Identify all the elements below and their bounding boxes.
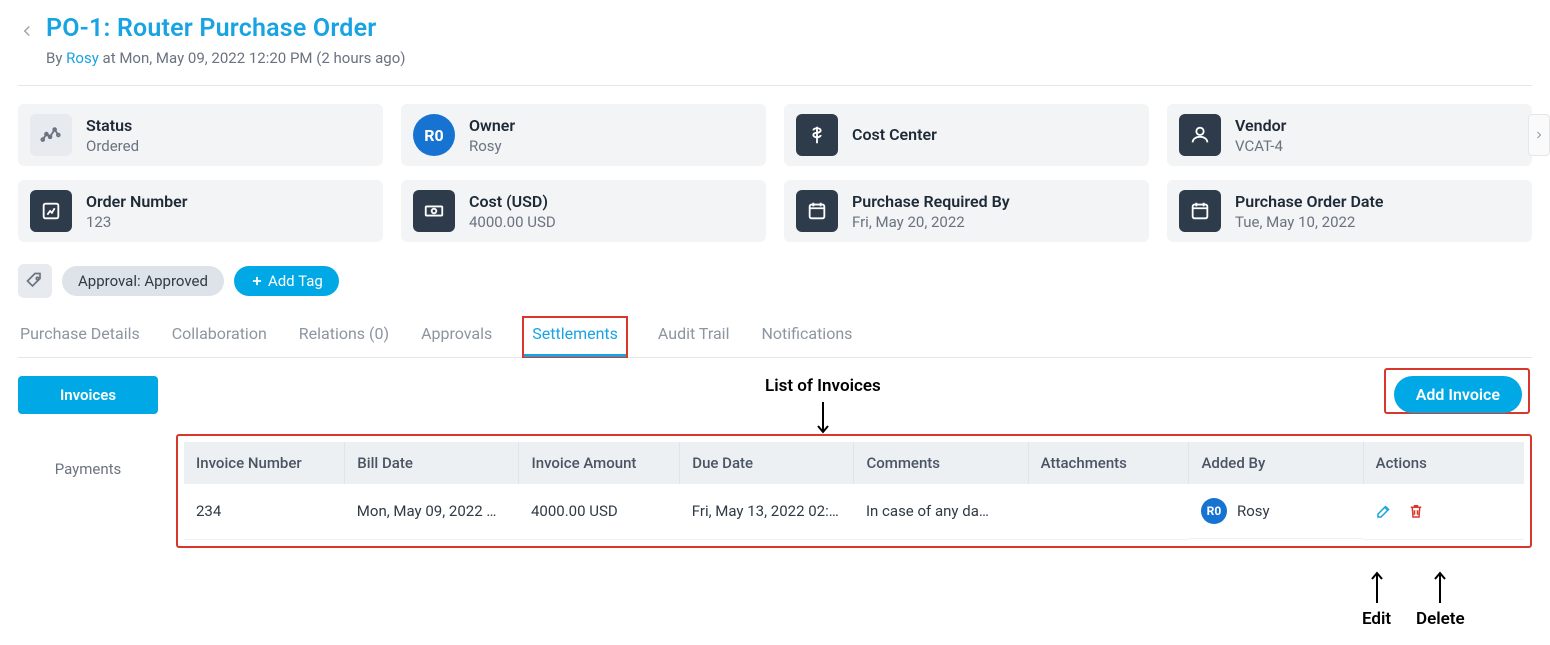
status-icon — [30, 114, 72, 156]
tab-relations[interactable]: Relations (0) — [297, 316, 391, 357]
invoice-table: Invoice Number Bill Date Invoice Amount … — [184, 442, 1524, 540]
tab-collaboration[interactable]: Collaboration — [170, 316, 269, 357]
tab-settlements[interactable]: Settlements — [522, 316, 628, 358]
author-link[interactable]: Rosy — [66, 49, 99, 67]
add-tag-button[interactable]: Add Tag — [234, 266, 339, 296]
vendor-card: Vendor VCAT-4 — [1167, 104, 1532, 166]
col-bill-date: Bill Date — [345, 442, 519, 484]
required-by-card: Purchase Required By Fri, May 20, 2022 — [784, 180, 1149, 242]
cash-icon — [413, 190, 455, 232]
annotation-edit: Edit — [1362, 565, 1391, 629]
divider — [18, 85, 1532, 86]
cost-card: Cost (USD) 4000.00 USD — [401, 180, 766, 242]
calendar-icon — [796, 190, 838, 232]
page-title: PO-1: Router Purchase Order — [46, 14, 1532, 43]
avatar: R0 — [1201, 498, 1227, 524]
order-number-card: Order Number 123 — [18, 180, 383, 242]
edit-icon[interactable] — [1375, 502, 1393, 520]
table-row[interactable]: 234 Mon, May 09, 2022 … 4000.00 USD Fri,… — [184, 484, 1524, 539]
tag-icon — [18, 264, 52, 298]
col-invoice-number: Invoice Number — [184, 442, 345, 484]
owner-card: R0 Owner Rosy — [401, 104, 766, 166]
tab-audit-trail[interactable]: Audit Trail — [656, 316, 732, 357]
back-arrow-icon[interactable] — [18, 22, 36, 40]
col-amount: Invoice Amount — [519, 442, 680, 484]
order-icon — [30, 190, 72, 232]
user-icon — [1179, 114, 1221, 156]
byline: By Rosy at Mon, May 09, 2022 12:20 PM (2… — [46, 49, 1532, 67]
col-due-date: Due Date — [680, 442, 854, 484]
approval-chip: Approval: Approved — [62, 266, 224, 296]
col-attachments: Attachments — [1028, 442, 1189, 484]
annotation-list: List of Invoices — [765, 376, 881, 440]
status-card: Status Ordered — [18, 104, 383, 166]
dollar-icon — [796, 114, 838, 156]
col-comments: Comments — [854, 442, 1028, 484]
subnav-payments[interactable]: Payments — [18, 450, 158, 488]
col-added-by: Added By — [1189, 442, 1363, 484]
highlight-box: Invoice Number Bill Date Invoice Amount … — [176, 434, 1532, 548]
annotation-delete: Delete — [1416, 565, 1465, 629]
delete-icon[interactable] — [1407, 502, 1425, 520]
subnav-invoices[interactable]: Invoices — [18, 376, 158, 414]
owner-avatar: R0 — [413, 114, 455, 156]
scroll-right-icon[interactable] — [1528, 114, 1550, 156]
col-actions: Actions — [1363, 442, 1524, 484]
add-invoice-button[interactable]: Add Invoice — [1394, 376, 1522, 413]
tab-notifications[interactable]: Notifications — [759, 316, 854, 357]
calendar-icon — [1179, 190, 1221, 232]
tab-purchase-details[interactable]: Purchase Details — [18, 316, 142, 357]
cost-center-card: Cost Center — [784, 104, 1149, 166]
tab-approvals[interactable]: Approvals — [419, 316, 494, 357]
po-date-card: Purchase Order Date Tue, May 10, 2022 — [1167, 180, 1532, 242]
